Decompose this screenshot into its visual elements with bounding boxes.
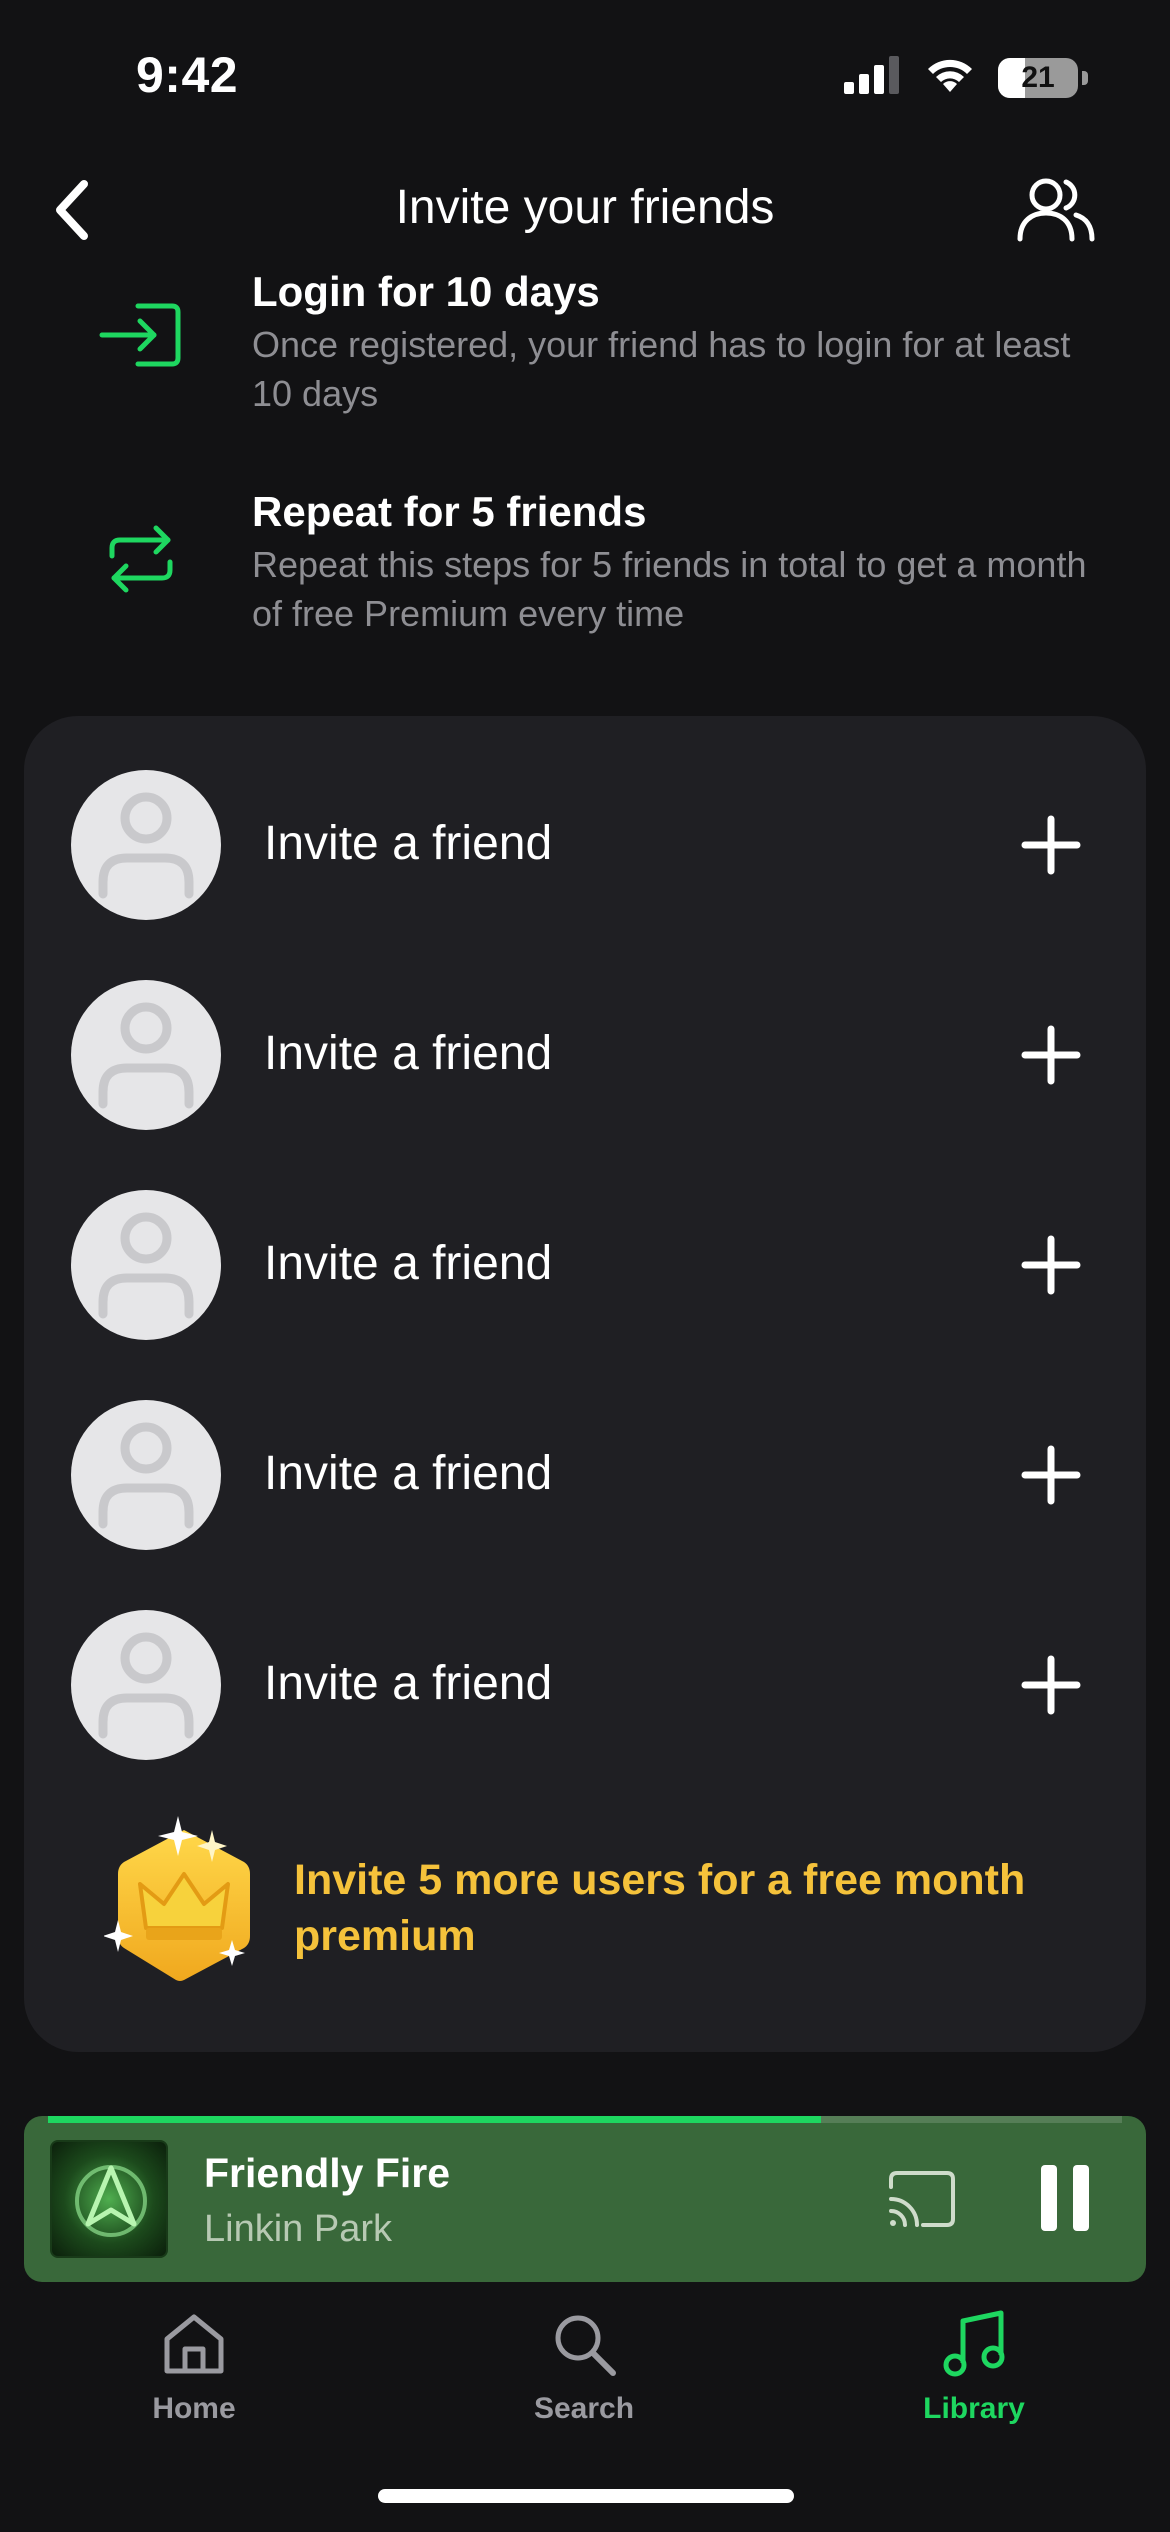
add-friend-button[interactable] (1016, 1650, 1086, 1720)
reward-banner: Invite 5 more users for a free month pre… (24, 1816, 1146, 1986)
plus-icon (1021, 1445, 1081, 1505)
invite-label: Invite a friend (264, 817, 553, 870)
step-description: Once registered, your friend has to logi… (252, 324, 1071, 414)
avatar (71, 980, 221, 1130)
tab-home[interactable]: Home (94, 2290, 294, 2440)
invite-card: Invite a friend Invite a friend Invite a… (24, 716, 1146, 2052)
status-bar: 9:42 21 (0, 0, 1170, 150)
invite-slot[interactable]: Invite a friend (24, 1400, 1146, 1550)
avatar (71, 770, 221, 920)
playback-progress-fill (48, 2116, 822, 2123)
avatar (71, 1610, 221, 1760)
person-placeholder-icon (98, 1212, 194, 1319)
plus-icon (1021, 815, 1081, 875)
plus-icon (1021, 1655, 1081, 1715)
cellular-signal-icon (844, 56, 902, 99)
avatar (71, 1190, 221, 1340)
mini-player[interactable]: Friendly Fire Linkin Park (24, 2116, 1146, 2282)
add-friend-button[interactable] (1016, 1230, 1086, 1300)
invite-label: Invite a friend (264, 1237, 553, 1290)
tab-label: Library (923, 2392, 1025, 2425)
battery-level: 21 (1021, 60, 1055, 94)
avatar (71, 1400, 221, 1550)
battery-cap (1082, 70, 1088, 85)
person-placeholder-icon (98, 1632, 194, 1739)
pause-button[interactable] (1030, 2162, 1100, 2234)
friends-button[interactable] (1014, 172, 1098, 248)
invite-slot[interactable]: Invite a friend (24, 1190, 1146, 1340)
invite-label: Invite a friend (264, 1657, 553, 1710)
invite-slot[interactable]: Invite a friend (24, 1610, 1146, 1760)
invite-label: Invite a friend (264, 1027, 553, 1080)
invite-label: Invite a friend (264, 1447, 553, 1500)
reward-text: Invite 5 more users for a free month pre… (294, 1856, 1026, 1960)
plus-icon (1021, 1025, 1081, 1085)
wifi-icon (924, 56, 976, 99)
status-time: 9:42 (136, 47, 239, 103)
track-title: Friendly Fire (204, 2150, 451, 2196)
status-icons: 21 (844, 56, 1088, 99)
home-icon (154, 2304, 234, 2384)
tab-search[interactable]: Search (484, 2290, 684, 2440)
home-indicator (378, 2489, 794, 2503)
cast-icon (889, 2171, 955, 2227)
album-artwork (50, 2140, 168, 2258)
tab-bar: Home Search Library (0, 2290, 1170, 2450)
invite-slot[interactable]: Invite a friend (24, 770, 1146, 920)
premium-crown-badge-icon (103, 1816, 264, 1986)
cast-button[interactable] (886, 2168, 958, 2230)
track-artist: Linkin Park (204, 2208, 392, 2250)
playback-progress-bar (48, 2116, 1122, 2123)
invite-slot[interactable]: Invite a friend (24, 980, 1146, 1130)
search-icon (544, 2304, 624, 2384)
tab-label: Home (152, 2392, 236, 2425)
step-title: Repeat for 5 friends (252, 488, 647, 535)
add-friend-button[interactable] (1016, 1440, 1086, 1510)
page-title: Invite your friends (395, 181, 775, 234)
add-friend-button[interactable] (1016, 1020, 1086, 1090)
person-placeholder-icon (98, 792, 194, 899)
login-icon (96, 290, 186, 380)
friends-icon (1017, 178, 1095, 242)
tab-label: Search (533, 2392, 635, 2425)
music-note-icon (934, 2304, 1014, 2384)
add-friend-button[interactable] (1016, 810, 1086, 880)
nav-header: Invite your friends (0, 160, 1170, 260)
battery-indicator: 21 (998, 57, 1078, 98)
pause-icon (1041, 2165, 1089, 2231)
plus-icon (1021, 1235, 1081, 1295)
person-placeholder-icon (98, 1002, 194, 1109)
person-placeholder-icon (98, 1422, 194, 1529)
step-title: Login for 10 days (252, 268, 600, 315)
step-description: Repeat this steps for 5 friends in total… (252, 544, 1087, 634)
repeat-icon (96, 514, 186, 604)
tab-library[interactable]: Library (874, 2290, 1074, 2440)
invite-friends-screen: 9:42 21 Invite your friends Login for 10… (0, 0, 1170, 2532)
